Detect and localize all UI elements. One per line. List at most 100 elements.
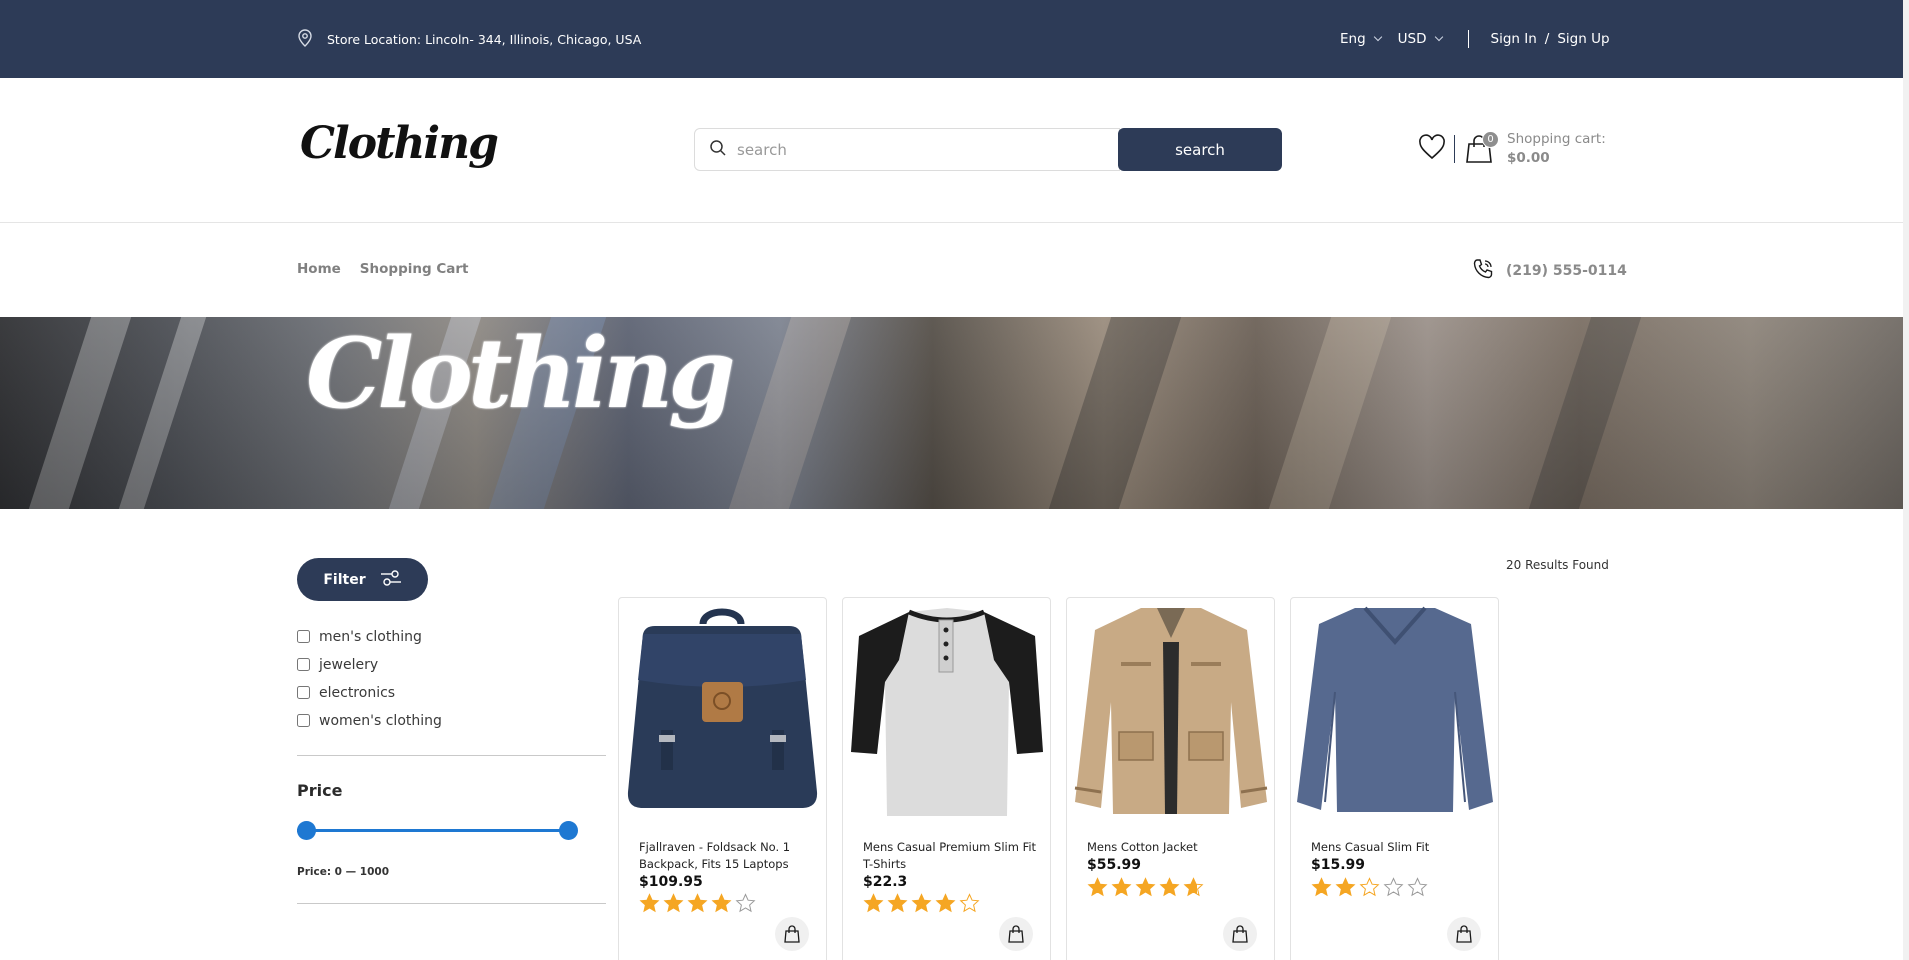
category-checkbox[interactable] xyxy=(297,686,310,699)
banner-shade xyxy=(0,317,1903,509)
nav-links: Home Shopping Cart xyxy=(297,261,468,277)
star-icon xyxy=(1359,877,1380,897)
price-range-text: Price: 0 — 1000 xyxy=(297,866,390,878)
language-value: Eng xyxy=(1340,31,1366,47)
star-icon xyxy=(1335,877,1356,897)
category-item[interactable]: women's clothing xyxy=(297,711,442,730)
product-price: $55.99 xyxy=(1087,857,1142,873)
heart-icon[interactable] xyxy=(1418,134,1446,164)
product-card[interactable]: Mens Casual Slim Fit $15.99 xyxy=(1290,597,1499,960)
product-name[interactable]: Mens Cotton Jacket xyxy=(1087,839,1267,856)
product-image[interactable] xyxy=(1071,602,1270,822)
product-price: $15.99 xyxy=(1311,857,1366,873)
category-label: electronics xyxy=(319,684,396,701)
nav-link-shopping-cart[interactable]: Shopping Cart xyxy=(360,261,469,277)
language-select[interactable]: Eng xyxy=(1340,31,1382,47)
star-icon xyxy=(911,893,932,913)
star-icon xyxy=(711,893,732,913)
category-item[interactable]: electronics xyxy=(297,683,442,702)
product-card[interactable]: Fjallraven - Foldsack No. 1 Backpack, Fi… xyxy=(618,597,827,960)
site-logo[interactable]: Clothing xyxy=(300,118,499,169)
nav-link-home[interactable]: Home xyxy=(297,261,341,277)
divider xyxy=(297,903,606,904)
cart-total: $0.00 xyxy=(1507,150,1550,166)
product-image[interactable] xyxy=(1295,602,1494,822)
auth-separator: / xyxy=(1544,31,1550,47)
product-rating xyxy=(1087,877,1204,897)
price-title: Price xyxy=(297,781,343,800)
main-header: Clothing search 0 Shopping cart: $0.00 xyxy=(0,78,1909,223)
phone-icon xyxy=(1472,258,1494,284)
search-icon xyxy=(709,139,727,161)
currency-select[interactable]: USD xyxy=(1398,31,1443,47)
slider-track xyxy=(297,829,577,832)
shopping-bag-icon xyxy=(1465,135,1493,168)
category-label: women's clothing xyxy=(319,712,442,729)
cart-area: 0 Shopping cart: $0.00 xyxy=(1418,130,1606,168)
category-label: jewelery xyxy=(319,656,379,673)
chevron-down-icon xyxy=(1434,32,1443,42)
star-icon xyxy=(639,893,660,913)
divider xyxy=(1467,30,1469,48)
location-pin-icon xyxy=(297,29,313,50)
add-to-cart-button[interactable] xyxy=(775,917,809,951)
cart-button[interactable]: 0 xyxy=(1465,131,1499,164)
add-to-cart-button[interactable] xyxy=(1223,917,1257,951)
slider-min-handle[interactable] xyxy=(296,821,316,840)
sign-in-link[interactable]: Sign In xyxy=(1491,31,1537,47)
star-icon xyxy=(887,893,908,913)
store-location: Store Location: Lincoln- 344, Illinois, … xyxy=(297,29,641,50)
product-name[interactable]: Fjallraven - Foldsack No. 1 Backpack, Fi… xyxy=(639,839,819,873)
shopping-bag-icon xyxy=(784,925,800,943)
product-card[interactable]: Mens Casual Premium Slim Fit T-Shirts $2… xyxy=(842,597,1051,960)
star-icon xyxy=(1159,877,1180,897)
category-filter-list: men's clothing jewelery electronics wome… xyxy=(297,627,442,730)
star-icon xyxy=(735,893,756,913)
page-scrollbar[interactable] xyxy=(1903,0,1909,960)
search-button[interactable]: search xyxy=(1118,128,1282,171)
category-checkbox[interactable] xyxy=(297,714,310,727)
banner-title: Clothing xyxy=(306,317,735,430)
product-card[interactable]: Mens Cotton Jacket $55.99 xyxy=(1066,597,1275,960)
product-name[interactable]: Mens Casual Premium Slim Fit T-Shirts xyxy=(863,839,1043,873)
search-input[interactable] xyxy=(737,140,1097,159)
hero-banner: Clothing xyxy=(0,317,1903,509)
category-item[interactable]: men's clothing xyxy=(297,627,442,646)
cart-count-badge: 0 xyxy=(1482,131,1499,148)
divider xyxy=(297,755,606,756)
category-checkbox[interactable] xyxy=(297,630,310,643)
store-location-text: Store Location: Lincoln- 344, Illinois, … xyxy=(327,32,642,47)
star-icon xyxy=(863,893,884,913)
product-rating xyxy=(863,893,980,913)
star-icon xyxy=(687,893,708,913)
product-name[interactable]: Mens Casual Slim Fit xyxy=(1311,839,1491,856)
star-icon xyxy=(1311,877,1332,897)
search-field[interactable] xyxy=(694,128,1120,171)
product-rating xyxy=(639,893,756,913)
slider-max-handle[interactable] xyxy=(558,821,578,840)
top-bar: Store Location: Lincoln- 344, Illinois, … xyxy=(0,0,1909,78)
product-image[interactable] xyxy=(847,602,1046,822)
filter-sliders-icon xyxy=(380,569,402,591)
add-to-cart-button[interactable] xyxy=(999,917,1033,951)
category-item[interactable]: jewelery xyxy=(297,655,442,674)
add-to-cart-button[interactable] xyxy=(1447,917,1481,951)
star-icon xyxy=(1111,877,1132,897)
product-image[interactable] xyxy=(623,602,822,822)
filter-label: Filter xyxy=(323,571,366,588)
price-range-slider[interactable] xyxy=(296,820,578,840)
results-count: 20 Results Found xyxy=(1506,558,1609,572)
category-checkbox[interactable] xyxy=(297,658,310,671)
cart-label: Shopping cart: xyxy=(1507,131,1606,147)
sign-up-link[interactable]: Sign Up xyxy=(1557,31,1609,47)
product-rating xyxy=(1311,877,1428,897)
filter-button[interactable]: Filter xyxy=(297,558,428,601)
shopping-bag-icon xyxy=(1456,925,1472,943)
phone-contact[interactable]: (219) 555-0114 xyxy=(1472,258,1627,284)
star-icon xyxy=(1087,877,1108,897)
star-icon xyxy=(1183,877,1204,897)
star-icon xyxy=(1407,877,1428,897)
divider xyxy=(1454,135,1455,163)
product-price: $22.3 xyxy=(863,874,908,890)
star-icon xyxy=(663,893,684,913)
